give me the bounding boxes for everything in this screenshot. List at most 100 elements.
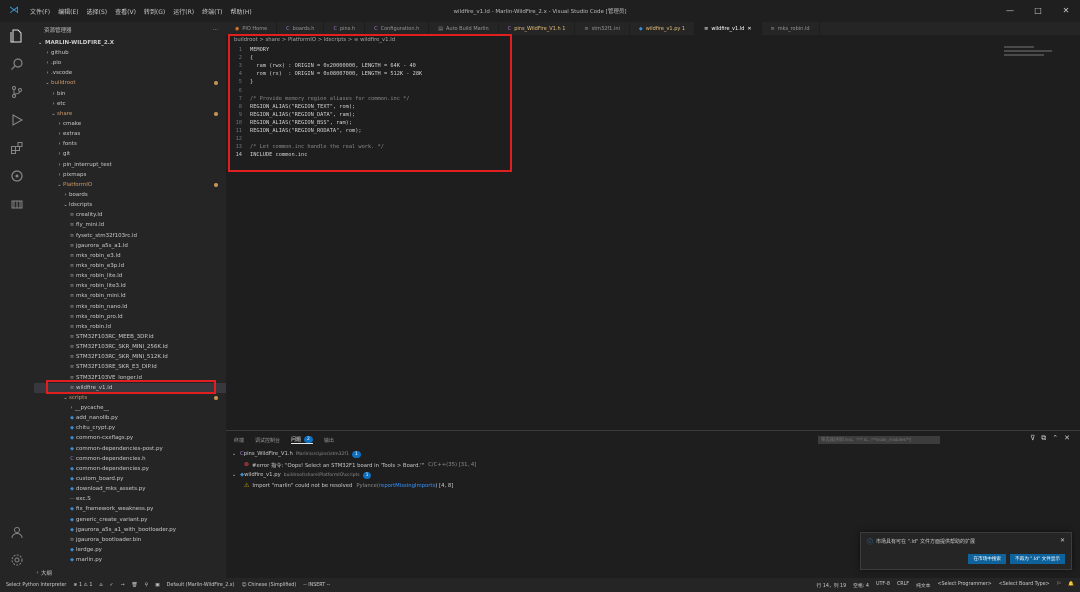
editor-tab[interactable]: C Configuration.h bbox=[365, 22, 430, 35]
editor-tab[interactable]: ◉ PIO Home bbox=[226, 22, 278, 35]
tree-folder[interactable]: › cmake bbox=[34, 119, 226, 129]
tree-file[interactable]: ◆ lerdge.py bbox=[34, 545, 226, 555]
tree-folder[interactable]: ⌄ buildroot bbox=[34, 78, 226, 88]
status-right-item[interactable]: CRLF bbox=[897, 582, 909, 589]
database-icon[interactable] bbox=[0, 190, 34, 218]
menu-selection[interactable]: 选择(S) bbox=[83, 7, 112, 16]
status-right-item[interactable]: 行 14，列 19 bbox=[817, 582, 847, 589]
source-control-icon[interactable] bbox=[0, 78, 34, 106]
problem-file-row[interactable]: ⌄ C pins_WildFire_V1.h Marlin\src\pins\stm… bbox=[226, 449, 1080, 460]
tree-file[interactable]: ≡ mks_robin_e3.ld bbox=[34, 251, 226, 261]
editor-tab[interactable]: Cboards.h bbox=[277, 22, 325, 35]
menu-go[interactable]: 转到(G) bbox=[140, 7, 169, 16]
tree-file[interactable]: ◆ download_mks_assets.py bbox=[34, 484, 226, 494]
tree-file[interactable]: ≡ mks_robin_lite.ld bbox=[34, 271, 226, 281]
tree-file[interactable]: ◆ chitu_crypt.py bbox=[34, 423, 226, 433]
panel-tab[interactable]: 调试控制台 bbox=[255, 437, 280, 444]
settings-gear-icon[interactable] bbox=[0, 546, 34, 574]
run-debug-icon[interactable] bbox=[0, 106, 34, 134]
tab-close-icon[interactable]: ✕ bbox=[747, 26, 751, 32]
tree-file[interactable]: ≡ mks_robin_lite3.ld bbox=[34, 281, 226, 291]
search-icon[interactable] bbox=[0, 50, 34, 78]
tree-folder[interactable]: › __pycache__ bbox=[34, 403, 226, 413]
workspace-root[interactable]: ⌄ MARLIN-WILDFIRE_2.X bbox=[34, 38, 226, 48]
status-right-item[interactable]: ⚐ bbox=[1057, 582, 1061, 589]
toast-close-button[interactable]: ✕ bbox=[1060, 537, 1065, 544]
status-right-item[interactable]: 🔔 bbox=[1068, 582, 1074, 589]
tree-file[interactable]: ≡ wildfire_v1.ld bbox=[34, 382, 226, 393]
tree-file[interactable]: ≡ STM32F103RE_SKR_E3_DIP.ld bbox=[34, 362, 226, 372]
close-panel-icon[interactable]: ✕ bbox=[1064, 434, 1070, 443]
tree-folder[interactable]: › pixmaps bbox=[34, 170, 226, 180]
tree-file[interactable]: ≡ mks_robin_e3p.ld bbox=[34, 261, 226, 271]
tree-file[interactable]: ◆ marlin.py bbox=[34, 555, 226, 565]
status-right-item[interactable]: <Select Programmer> bbox=[937, 582, 991, 589]
status-left-item[interactable]: 🗑 bbox=[132, 583, 138, 588]
status-right-item[interactable]: <Select Board Type> bbox=[999, 582, 1050, 589]
tree-file[interactable]: ◆ common-dependencies.py bbox=[34, 464, 226, 474]
menu-edit[interactable]: 编辑(E) bbox=[54, 7, 82, 16]
tree-file[interactable]: ≡ STM32F103RC_SKR_MINI_256K.ld bbox=[34, 342, 226, 352]
menu-file[interactable]: 文件(F) bbox=[26, 7, 54, 16]
status-left-item[interactable]: Select Python Interpreter bbox=[6, 583, 66, 588]
tree-file[interactable]: ≡ mks_robin_nano.ld bbox=[34, 302, 226, 312]
copy-icon[interactable]: ⧉ bbox=[1041, 434, 1046, 443]
tree-folder[interactable]: ⌄ share bbox=[34, 109, 226, 119]
tree-folder[interactable]: ⌄ ldscripts bbox=[34, 200, 226, 210]
tree-folder[interactable]: › .pio bbox=[34, 58, 226, 68]
panel-tab[interactable]: 输出 bbox=[324, 437, 334, 444]
status-left-item[interactable]: ☺ Chinese (Simplified) bbox=[241, 583, 296, 588]
editor-tab[interactable]: ◆ wildfire_v1.py 1 bbox=[630, 22, 696, 35]
tree-folder[interactable]: ⌄ PlatformIO bbox=[34, 180, 226, 190]
status-right-item[interactable]: 纯文本 bbox=[916, 582, 930, 589]
editor-tab[interactable]: Cpins.h bbox=[324, 22, 366, 35]
status-right-item[interactable]: 空格: 4 bbox=[853, 582, 869, 589]
problem-file-row[interactable]: ⌄ ◆ wildfire_v1.py buildroot\share\Platfor… bbox=[226, 470, 1080, 481]
account-icon[interactable] bbox=[0, 518, 34, 546]
panel-tab[interactable]: 终端 bbox=[234, 437, 244, 444]
tree-folder[interactable]: › git bbox=[34, 149, 226, 159]
menu-help[interactable]: 帮助(H) bbox=[226, 7, 255, 16]
explorer-more-button[interactable]: ··· bbox=[213, 27, 218, 33]
tree-folder[interactable]: › pin_interrupt_test bbox=[34, 160, 226, 170]
tree-folder[interactable]: › fonts bbox=[34, 139, 226, 149]
tree-file[interactable]: ≡ jgaurora_bootloader.bin bbox=[34, 535, 226, 545]
outline-section[interactable]: › 大纲 bbox=[34, 568, 226, 578]
breadcrumb[interactable]: buildroot > share > PlatformIO > ldscrip… bbox=[226, 35, 1080, 45]
tree-file[interactable]: Ccommon-dependencies.h bbox=[34, 454, 226, 464]
tree-folder[interactable]: ⌄ scripts bbox=[34, 393, 226, 403]
platformio-icon[interactable] bbox=[0, 162, 34, 190]
problem-error-row[interactable]: ⊗ #error 指令: "Oops! Select an STM32F1 boa… bbox=[226, 460, 1080, 471]
explorer-icon[interactable] bbox=[0, 22, 34, 50]
tree-file[interactable]: ≡ STM32F103VE_longer.ld bbox=[34, 373, 226, 383]
tree-file[interactable]: ≡ fly_mini.ld bbox=[34, 220, 226, 230]
tree-file[interactable]: ≡ STM32F103RC_MEEB_3DP.ld bbox=[34, 332, 226, 342]
problems-filter-input[interactable] bbox=[818, 436, 940, 444]
tree-folder[interactable]: › .vscode bbox=[34, 68, 226, 78]
status-left-item[interactable]: → bbox=[120, 583, 124, 588]
collapse-panel-icon[interactable]: ⌃ bbox=[1052, 434, 1058, 443]
close-window-button[interactable]: ✕ bbox=[1052, 0, 1080, 22]
panel-tab[interactable]: 问题 2 bbox=[291, 436, 313, 444]
editor-tab[interactable]: ▤ Auto Build Marlin bbox=[429, 22, 499, 35]
menu-view[interactable]: 查看(V) bbox=[111, 7, 140, 16]
status-left-item[interactable]: -- INSERT -- bbox=[303, 583, 330, 588]
status-left-item[interactable]: ▣ bbox=[155, 583, 160, 588]
tree-file[interactable]: ◆ add_nanolib.py bbox=[34, 413, 226, 423]
tree-folder[interactable]: › github bbox=[34, 48, 226, 58]
problem-warning-row[interactable]: ⚠ Import "marlin" could not be resolved Py… bbox=[226, 481, 1080, 492]
minimap[interactable] bbox=[1004, 46, 1064, 76]
editor-tab[interactable]: ≡ stm32f1.ini bbox=[575, 22, 630, 35]
menu-terminal[interactable]: 终端(T) bbox=[198, 7, 226, 16]
tree-file[interactable]: ◆ custom_board.py bbox=[34, 474, 226, 484]
problem-rule-link[interactable]: reportMissingImports bbox=[379, 483, 435, 489]
tree-file[interactable]: ≡ fysetc_stm32f103rc.ld bbox=[34, 231, 226, 241]
status-right-item[interactable]: UTF-8 bbox=[876, 582, 890, 589]
menu-run[interactable]: 运行(R) bbox=[169, 7, 198, 16]
search-marketplace-button[interactable]: 在市场中搜索 bbox=[968, 554, 1007, 564]
tree-file[interactable]: ≡ creality.ld bbox=[34, 210, 226, 220]
editor-tab[interactable]: ≡ mks_robin.ld bbox=[762, 22, 820, 35]
status-left-item[interactable]: ⚲ bbox=[145, 583, 149, 588]
tree-file[interactable]: ≡ jgaurora_a5s_a1.ld bbox=[34, 241, 226, 251]
tree-folder[interactable]: › boards bbox=[34, 190, 226, 200]
